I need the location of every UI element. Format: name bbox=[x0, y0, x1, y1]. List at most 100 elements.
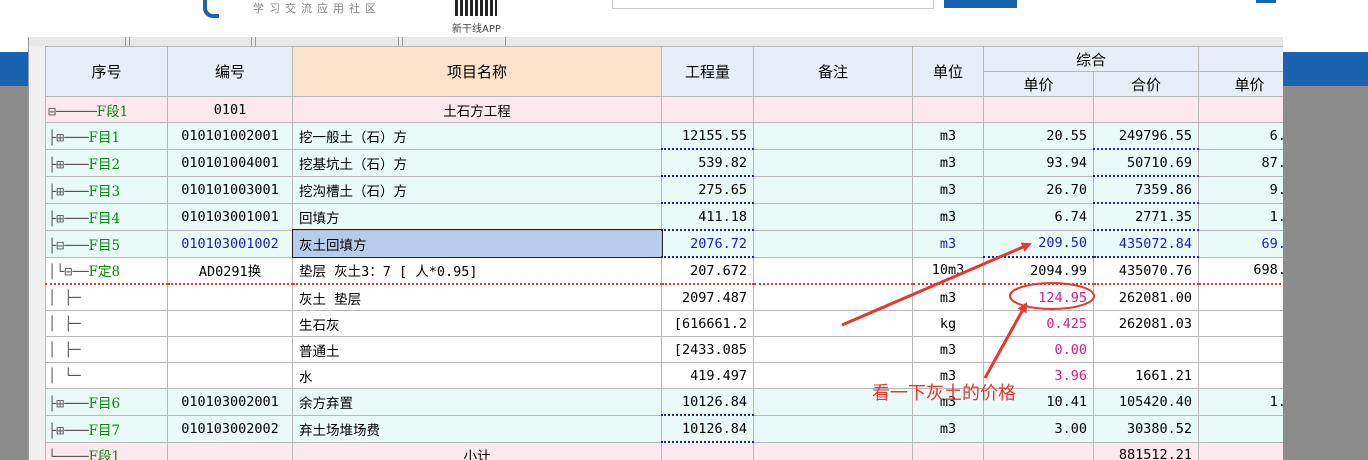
cell-price[interactable]: 0.00 bbox=[983, 336, 1094, 363]
cell-qty[interactable]: 275.65 bbox=[661, 175, 754, 204]
cell-unit[interactable]: kg bbox=[912, 310, 984, 337]
tree-branch-icon[interactable]: ├⊞─── bbox=[48, 211, 89, 227]
cell-total[interactable] bbox=[1092, 96, 1200, 123]
cell-p2[interactable] bbox=[1198, 362, 1283, 389]
cell-code[interactable]: 010101003001 bbox=[167, 175, 293, 204]
cell-remark[interactable] bbox=[753, 202, 913, 231]
table-row[interactable]: ├⊞───F目2 010101004001 挖基坑土（石）方 539.82 m3 93.9… bbox=[45, 148, 1283, 177]
cell-qty[interactable]: 539.82 bbox=[661, 148, 754, 177]
cell-seq[interactable]: ├⊞───F目6 bbox=[45, 388, 168, 416]
tree-branch-icon[interactable]: │ ├─ bbox=[48, 342, 81, 358]
cell-remark[interactable] bbox=[753, 414, 913, 443]
search-button[interactable] bbox=[944, 0, 1017, 8]
tree-branch-icon[interactable]: ⊟───── bbox=[48, 104, 97, 120]
cell-remark[interactable] bbox=[753, 229, 913, 258]
cell-price[interactable]: 20.55 bbox=[983, 122, 1094, 150]
cell-qty[interactable] bbox=[661, 96, 754, 123]
cell-name[interactable]: 挖基坑土（石）方 bbox=[292, 148, 662, 177]
table-row[interactable]: ├⊞───F目4 010103001001 回填方 411.18 m3 6.74 2771.… bbox=[45, 202, 1283, 231]
cell-unit[interactable]: m3 bbox=[912, 229, 984, 258]
cell-remark[interactable] bbox=[753, 441, 913, 460]
cell-total[interactable]: 105420.40 bbox=[1092, 388, 1200, 416]
cell-seq[interactable]: ├⊟───F目5 bbox=[45, 229, 168, 258]
cell-seq[interactable]: │ ├─ bbox=[45, 336, 168, 363]
cell-remark[interactable] bbox=[753, 175, 913, 204]
cell-code[interactable] bbox=[167, 336, 293, 363]
cell-qty[interactable]: 10126.84 bbox=[661, 414, 754, 443]
cell-remark[interactable] bbox=[753, 310, 913, 337]
header-next-group[interactable] bbox=[1198, 46, 1283, 72]
cell-unit[interactable]: m3 bbox=[912, 122, 984, 150]
cell-price[interactable]: 26.70 bbox=[983, 175, 1094, 204]
cell-unit[interactable]: m3 bbox=[912, 414, 984, 443]
header-qty[interactable]: 工程量 bbox=[661, 46, 754, 97]
cell-remark[interactable] bbox=[753, 122, 913, 150]
header-total[interactable]: 合价 bbox=[1092, 71, 1200, 97]
table-row[interactable]: ├⊞───F目1 010101002001 挖一般土（石）方 12155.55 m3 20… bbox=[45, 122, 1283, 150]
tree-branch-icon[interactable]: └──── bbox=[48, 449, 89, 460]
cell-price[interactable]: 124.95 bbox=[983, 283, 1094, 311]
cell-code[interactable]: AD0291换 bbox=[167, 256, 293, 285]
table-row[interactable]: │ └─ 水 419.497 m3 3.96 1661.21 bbox=[45, 362, 1283, 389]
tree-branch-icon[interactable]: ├⊞─── bbox=[48, 396, 89, 412]
cell-price[interactable] bbox=[983, 96, 1094, 123]
cell-p2[interactable] bbox=[1198, 96, 1283, 123]
tree-branch-icon[interactable]: │ └─ bbox=[48, 368, 81, 384]
cell-total[interactable]: 50710.69 bbox=[1092, 148, 1200, 177]
cell-total[interactable]: 7359.86 bbox=[1092, 175, 1200, 204]
cell-total[interactable]: 249796.55 bbox=[1092, 122, 1200, 150]
tree-branch-icon[interactable]: ├⊞─── bbox=[48, 423, 89, 439]
cell-total[interactable]: 262081.00 bbox=[1092, 283, 1200, 311]
header-seq[interactable]: 序号 bbox=[45, 46, 168, 97]
cell-seq[interactable]: ├⊞───F目1 bbox=[45, 122, 168, 150]
cell-p2[interactable] bbox=[1198, 336, 1283, 363]
table-row[interactable]: ├⊞───F目3 010101003001 挖沟槽土（石）方 275.65 m3 26.7… bbox=[45, 175, 1283, 204]
user-icon[interactable] bbox=[1256, 0, 1276, 3]
cell-unit[interactable]: m3 bbox=[912, 175, 984, 204]
cell-remark[interactable] bbox=[753, 336, 913, 363]
cell-seq[interactable]: │ ├─ bbox=[45, 310, 168, 337]
cell-remark[interactable] bbox=[753, 148, 913, 177]
cell-unit[interactable]: m3 bbox=[912, 148, 984, 177]
tree-branch-icon[interactable]: ├⊟─── bbox=[48, 238, 89, 254]
cell-qty[interactable] bbox=[661, 441, 754, 460]
cell-p2[interactable] bbox=[1198, 283, 1283, 311]
header-unit-price-2[interactable]: 单价 bbox=[1198, 71, 1283, 97]
cell-qty[interactable]: 207.672 bbox=[661, 256, 754, 285]
cell-name[interactable]: 弃土场堆场费 bbox=[292, 414, 662, 443]
cell-qty[interactable]: 419.497 bbox=[661, 362, 754, 389]
cell-seq[interactable]: └────F段1 bbox=[45, 441, 168, 460]
cell-name[interactable]: 垫层 灰土3：7 [ 人*0.95] bbox=[292, 256, 662, 285]
app-label[interactable]: 新干线APP bbox=[452, 20, 501, 35]
cell-name[interactable]: 普通土 bbox=[292, 336, 662, 363]
cell-price[interactable]: 3.00 bbox=[983, 414, 1094, 443]
cell-code[interactable]: 010103001001 bbox=[167, 202, 293, 231]
cell-qty[interactable]: 10126.84 bbox=[661, 388, 754, 416]
cell-code[interactable] bbox=[167, 310, 293, 337]
cell-price[interactable]: 93.94 bbox=[983, 148, 1094, 177]
cell-p2[interactable]: 6.4 bbox=[1198, 122, 1283, 150]
cell-p2[interactable]: 9.9 bbox=[1198, 175, 1283, 204]
cell-name[interactable]: 余方弃置 bbox=[292, 388, 662, 416]
cell-qty[interactable]: [2433.085 bbox=[661, 336, 754, 363]
cell-name[interactable]: 生石灰 bbox=[292, 310, 662, 337]
cell-unit[interactable] bbox=[912, 441, 984, 460]
header-unit-price[interactable]: 单价 bbox=[983, 71, 1094, 97]
cell-qty[interactable]: 2097.487 bbox=[661, 283, 754, 311]
cell-price[interactable]: 0.425 bbox=[983, 310, 1094, 337]
cell-seq[interactable]: │└⊟──F定8 bbox=[45, 256, 168, 285]
cell-p2[interactable]: 1.9 bbox=[1198, 388, 1283, 416]
cell-remark[interactable] bbox=[753, 256, 913, 285]
table-row[interactable]: │ ├─ 生石灰 [616661.2 kg 0.425 262081.03 bbox=[45, 310, 1283, 337]
table-row[interactable]: ├⊞───F目7 010103002002 弃土场堆场费 10126.84 m3 3.00… bbox=[45, 414, 1283, 443]
cell-name[interactable]: 灰土 垫层 bbox=[292, 283, 662, 311]
cell-remark[interactable] bbox=[753, 283, 913, 311]
table-row[interactable]: │ ├─ 普通土 [2433.085 m3 0.00 bbox=[45, 336, 1283, 363]
header-remark[interactable]: 备注 bbox=[753, 46, 913, 97]
cell-total[interactable]: 881512.21 bbox=[1092, 441, 1200, 460]
cell-code[interactable] bbox=[167, 283, 293, 311]
cell-seq[interactable]: │ ├─ bbox=[45, 283, 168, 311]
cell-unit[interactable]: m3 bbox=[912, 202, 984, 231]
cell-p2[interactable]: 1.8 bbox=[1198, 202, 1283, 231]
cell-remark[interactable] bbox=[753, 96, 913, 123]
